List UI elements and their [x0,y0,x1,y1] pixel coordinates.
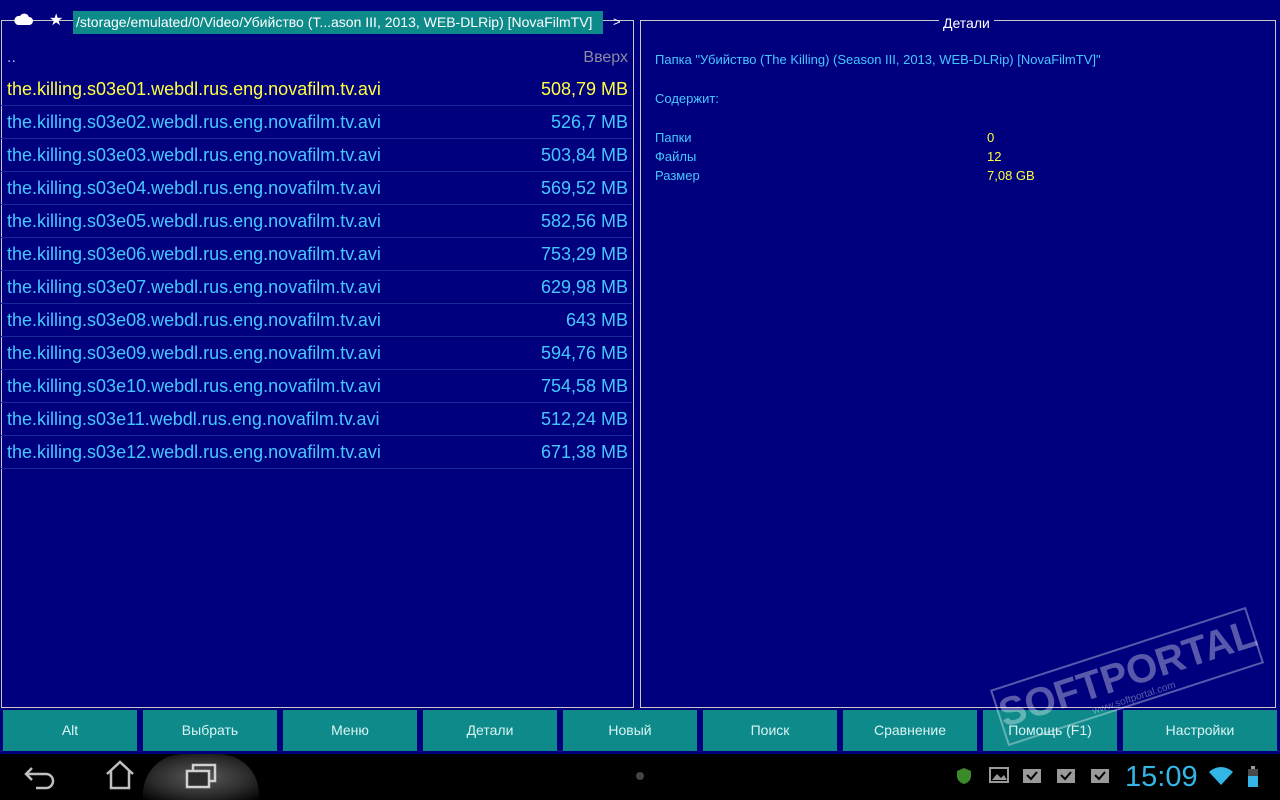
details-size-value: 7,08 GB [987,168,1035,183]
file-name: the.killing.s03e11.webdl.rus.eng.novafil… [7,409,380,429]
details-contains-label: Содержит: [655,91,719,106]
settings-button[interactable]: Настройки [1123,710,1277,751]
file-size: 754,58 MB [540,376,628,396]
file-row[interactable]: the.killing.s03e03.webdl.rus.eng.novafil… [1,139,632,172]
details-button[interactable]: Детали [423,710,557,751]
help-button[interactable]: Помощь (F1) [983,710,1117,751]
alt-button[interactable]: Alt [3,710,137,751]
file-row[interactable]: the.killing.s03e11.webdl.rus.eng.novafil… [1,403,632,436]
new-button[interactable]: Новый [563,710,697,751]
details-files-label: Файлы [655,149,697,164]
wifi-icon [1208,766,1234,786]
file-row[interactable]: the.killing.s03e05.webdl.rus.eng.novafil… [1,205,632,238]
file-row[interactable]: the.killing.s03e09.webdl.rus.eng.novafil… [1,337,632,370]
file-list: the.killing.s03e01.webdl.rus.eng.novafil… [1,73,632,469]
file-size: 582,56 MB [540,211,628,231]
select-button[interactable]: Выбрать [143,710,277,751]
file-row[interactable]: the.killing.s03e02.webdl.rus.eng.novafil… [1,106,632,139]
file-name: the.killing.s03e12.webdl.rus.eng.novafil… [7,442,381,462]
download-done-icon [1056,766,1076,786]
file-row[interactable]: the.killing.s03e06.webdl.rus.eng.novafil… [1,238,632,271]
download-done-icon [1090,766,1110,786]
details-folders-value: 0 [987,130,995,145]
path-history-arrow[interactable]: > [613,14,621,29]
file-size: 643 MB [565,310,628,330]
details-panel [640,20,1276,708]
details-title: Детали [939,13,994,33]
gallery-icon [989,766,1009,786]
file-name: the.killing.s03e04.webdl.rus.eng.novafil… [7,178,381,198]
parent-dir-row[interactable]: .. Вверх [1,46,632,70]
menu-button[interactable]: Меню [283,710,417,751]
file-name: the.killing.s03e08.webdl.rus.eng.novafil… [7,310,381,330]
parent-dir-dots: .. [7,49,16,66]
file-row[interactable]: the.killing.s03e08.webdl.rus.eng.novafil… [1,304,632,337]
details-folders-label: Папки [655,130,692,145]
file-row[interactable]: the.killing.s03e04.webdl.rus.eng.novafil… [1,172,632,205]
file-row[interactable]: the.killing.s03e12.webdl.rus.eng.novafil… [1,436,632,469]
file-size: 671,38 MB [540,442,628,462]
current-path[interactable]: /storage/emulated/0/Video/Убийство (T...… [73,11,603,34]
file-size: 569,52 MB [540,178,628,198]
star-icon[interactable]: ★ [49,12,63,29]
file-name: the.killing.s03e09.webdl.rus.eng.novafil… [7,343,381,363]
cloud-icon[interactable] [13,12,33,26]
file-name: the.killing.s03e02.webdl.rus.eng.novafil… [7,112,381,132]
download-done-icon [1022,766,1042,786]
parent-dir-label: Вверх [583,49,628,66]
path-bar: ★ /storage/emulated/0/Video/Убийство (T.… [0,0,640,44]
details-files-value: 12 [987,149,1002,164]
home-icon[interactable] [104,760,136,795]
status-clock: 15:09 [1125,761,1198,793]
back-icon[interactable] [24,762,56,795]
file-size: 526,7 MB [550,112,628,132]
function-button-bar: Alt Выбрать Меню Детали Новый Поиск Срав… [0,710,1280,751]
android-security-icon [954,766,974,786]
file-size: 594,76 MB [540,343,628,363]
file-name: the.killing.s03e10.webdl.rus.eng.novafil… [7,376,381,396]
details-folder-line: Папка "Убийство (The Killing) (Season II… [655,52,1101,67]
total-commander-window: ★ /storage/emulated/0/Video/Убийство (T.… [0,0,1280,754]
compare-button[interactable]: Сравнение [843,710,977,751]
file-name: the.killing.s03e01.webdl.rus.eng.novafil… [7,79,381,99]
battery-icon [1246,766,1260,787]
file-size: 512,24 MB [540,409,628,429]
file-size: 753,29 MB [540,244,628,264]
file-size: 508,79 MB [540,79,628,99]
file-size: 629,98 MB [540,277,628,297]
file-name: the.killing.s03e05.webdl.rus.eng.novafil… [7,211,381,231]
file-row[interactable]: the.killing.s03e10.webdl.rus.eng.novafil… [1,370,632,403]
file-name: the.killing.s03e07.webdl.rus.eng.novafil… [7,277,381,297]
file-row[interactable]: the.killing.s03e01.webdl.rus.eng.novafil… [1,73,632,106]
file-name: the.killing.s03e03.webdl.rus.eng.novafil… [7,145,381,165]
details-size-label: Размер [655,168,700,183]
file-row[interactable]: the.killing.s03e07.webdl.rus.eng.novafil… [1,271,632,304]
file-size: 503,84 MB [540,145,628,165]
search-button[interactable]: Поиск [703,710,837,751]
file-name: the.killing.s03e06.webdl.rus.eng.novafil… [7,244,381,264]
recents-icon[interactable] [184,762,218,795]
menu-dot-icon [636,772,644,780]
